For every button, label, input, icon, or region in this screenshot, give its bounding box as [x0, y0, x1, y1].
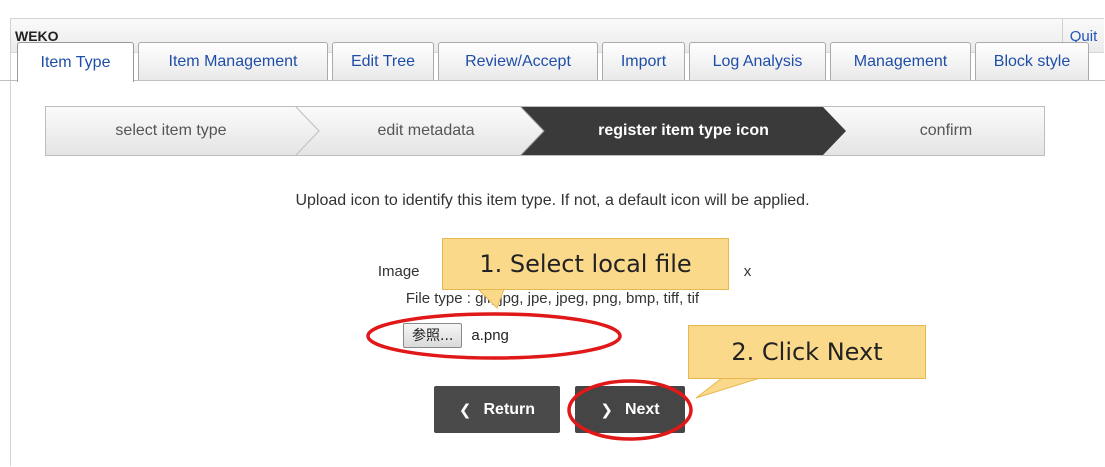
tab-bar-divider: [0, 80, 1105, 81]
return-button[interactable]: ❮ Return: [434, 386, 560, 433]
tab-edit-tree[interactable]: Edit Tree: [332, 42, 434, 80]
tab-log-analysis[interactable]: Log Analysis: [689, 42, 826, 80]
tab-import[interactable]: Import: [602, 42, 685, 80]
step-confirm: confirm: [919, 122, 973, 139]
callout-click-next: 2. Click Next: [688, 325, 926, 379]
tab-management[interactable]: Management: [830, 42, 971, 80]
step-register-item-type-icon: register item type icon: [598, 122, 769, 139]
tab-item-type[interactable]: Item Type: [17, 42, 134, 82]
image-size-suffix: x: [743, 263, 752, 280]
file-input: 参照... a.png: [403, 322, 509, 348]
return-button-label: Return: [483, 400, 536, 418]
chevron-right-icon: ❯: [600, 401, 613, 419]
file-type-note: File type : gif, jpg, jpe, jpeg, png, bm…: [405, 290, 700, 307]
tab-block-style[interactable]: Block style: [975, 42, 1089, 80]
image-size-prefix: Image: [377, 263, 420, 280]
wizard-stepper: select item type edit metadata register …: [45, 106, 1045, 156]
chevron-left-icon: ❮: [458, 401, 472, 419]
tab-review-accept[interactable]: Review/Accept: [438, 42, 598, 80]
step-edit-metadata: edit metadata: [377, 122, 475, 139]
main-tabs: Item Type Item Management Edit Tree Revi…: [7, 42, 1105, 82]
browse-button[interactable]: 参照...: [403, 322, 463, 348]
callout-select-local-file: 1. Select local file: [442, 238, 729, 290]
next-button-label: Next: [624, 400, 660, 418]
upload-instruction: Upload icon to identify this item type. …: [295, 192, 810, 209]
selected-file-name: a.png: [471, 326, 509, 344]
step-select-item-type: select item type: [115, 122, 227, 139]
next-button[interactable]: ❯ Next: [575, 386, 685, 433]
tab-item-management[interactable]: Item Management: [138, 42, 328, 80]
